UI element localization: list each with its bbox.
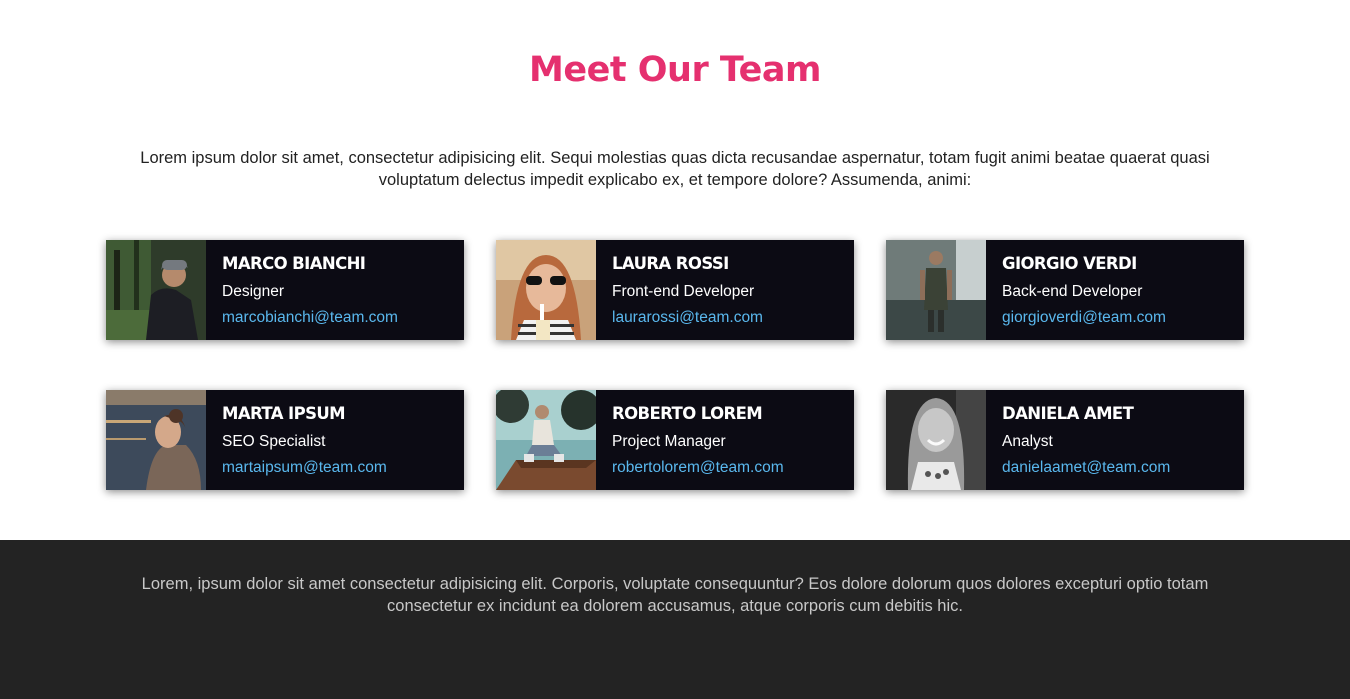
member-role: Analyst [1002, 433, 1053, 450]
team-member-photo [496, 240, 596, 340]
member-role: Project Manager [612, 433, 726, 450]
member-name: MARCO BIANCHI [222, 254, 366, 273]
team-card: ROBERTO LOREM Project Manager robertolor… [496, 390, 854, 490]
team-card-info: DANIELA AMET Analyst danielaamet@team.co… [986, 390, 1170, 490]
team-card: GIORGIO VERDI Back-end Developer giorgio… [886, 240, 1244, 340]
member-name: ROBERTO LOREM [612, 404, 763, 423]
team-member-photo [106, 240, 206, 340]
team-card-info: GIORGIO VERDI Back-end Developer giorgio… [986, 240, 1166, 340]
team-member-photo [496, 390, 596, 490]
team-member-photo [886, 240, 986, 340]
member-role: Front-end Developer [612, 283, 755, 300]
member-email-link[interactable]: danielaamet@team.com [1002, 457, 1170, 479]
member-email-link[interactable]: robertolorem@team.com [612, 457, 784, 479]
member-role: Designer [222, 283, 285, 300]
page-footer: Lorem, ipsum dolor sit amet consectetur … [0, 540, 1350, 699]
member-email-link[interactable]: martaipsum@team.com [222, 457, 387, 479]
intro-text: Lorem ipsum dolor sit amet, consectetur … [140, 149, 1210, 189]
member-email-link[interactable]: marcobianchi@team.com [222, 307, 398, 329]
footer-text: Lorem, ipsum dolor sit amet consectetur … [141, 575, 1209, 615]
member-role: SEO Specialist [222, 433, 326, 450]
team-card-info: LAURA ROSSI Front-end Developer lauraros… [596, 240, 763, 340]
member-name: LAURA ROSSI [612, 254, 729, 273]
member-role: Back-end Developer [1002, 283, 1143, 300]
member-name: DANIELA AMET [1002, 404, 1134, 423]
team-card: MARCO BIANCHI Designer marcobianchi@team… [106, 240, 464, 340]
team-card: MARTA IPSUM SEO Specialist martaipsum@te… [106, 390, 464, 490]
member-name: MARTA IPSUM [222, 404, 346, 423]
team-card: DANIELA AMET Analyst danielaamet@team.co… [886, 390, 1244, 490]
member-email-link[interactable]: laurarossi@team.com [612, 307, 763, 329]
team-card-info: MARCO BIANCHI Designer marcobianchi@team… [206, 240, 398, 340]
member-name: GIORGIO VERDI [1002, 254, 1137, 273]
team-page: Meet Our Team Lorem ipsum dolor sit amet… [0, 0, 1350, 699]
page-title: Meet Our Team [529, 50, 821, 90]
team-card-info: MARTA IPSUM SEO Specialist martaipsum@te… [206, 390, 387, 490]
member-email-link[interactable]: giorgioverdi@team.com [1002, 307, 1166, 329]
team-member-photo [886, 390, 986, 490]
team-card-info: ROBERTO LOREM Project Manager robertolor… [596, 390, 784, 490]
team-card: LAURA ROSSI Front-end Developer lauraros… [496, 240, 854, 340]
team-member-photo [106, 390, 206, 490]
